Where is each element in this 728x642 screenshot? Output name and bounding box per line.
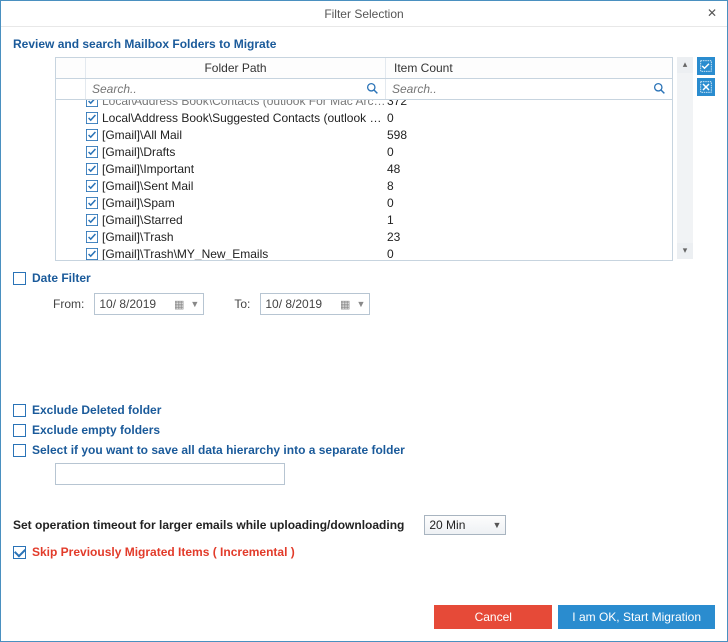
- folder-path: [Gmail]\Sent Mail: [102, 179, 387, 193]
- scroll-down-icon[interactable]: ▾: [677, 243, 693, 259]
- timeout-select[interactable]: 20 Min ▼: [424, 515, 506, 535]
- row-checkbox[interactable]: [86, 112, 98, 124]
- from-label: From:: [53, 297, 84, 311]
- skip-migrated-row: Skip Previously Migrated Items ( Increme…: [13, 545, 715, 559]
- item-count: 0: [387, 247, 394, 261]
- timeout-value: 20 Min: [429, 518, 492, 532]
- exclude-empty-checkbox[interactable]: [13, 424, 26, 437]
- from-date-value: 10/ 8/2019: [99, 297, 156, 311]
- item-count: 0: [387, 111, 394, 125]
- exclude-deleted-label: Exclude Deleted folder: [32, 403, 161, 417]
- chevron-down-icon[interactable]: ▼: [190, 299, 199, 309]
- search-folder-input[interactable]: [86, 79, 385, 99]
- grid-header: Folder Path Item Count: [56, 58, 672, 79]
- check-all-button[interactable]: [697, 57, 715, 75]
- exclude-deleted-checkbox[interactable]: [13, 404, 26, 417]
- start-migration-button[interactable]: I am OK, Start Migration: [558, 605, 715, 629]
- chevron-down-icon: ▼: [492, 520, 501, 530]
- date-filter-row: Date Filter: [13, 271, 715, 285]
- hierarchy-row: Select if you want to save all data hier…: [13, 443, 715, 457]
- exclude-empty-label: Exclude empty folders: [32, 423, 160, 437]
- dialog-body: Review and search Mailbox Folders to Mig…: [1, 27, 727, 641]
- folder-path: [Gmail]\Important: [102, 162, 387, 176]
- table-row[interactable]: [Gmail]\Sent Mail8: [56, 177, 672, 194]
- from-date-input[interactable]: 10/ 8/2019 ▦ ▼: [94, 293, 204, 315]
- exclude-empty-row: Exclude empty folders: [13, 423, 715, 437]
- scroll-track[interactable]: [677, 73, 693, 243]
- item-count: 598: [387, 128, 407, 142]
- titlebar: Filter Selection ✕: [1, 1, 727, 27]
- filter-selection-window: Filter Selection ✕ Review and search Mai…: [0, 0, 728, 642]
- cancel-button[interactable]: Cancel: [434, 605, 552, 629]
- row-checkbox[interactable]: [86, 197, 98, 209]
- table-row[interactable]: [Gmail]\Trash23: [56, 228, 672, 245]
- page-subtitle: Review and search Mailbox Folders to Mig…: [13, 37, 715, 51]
- table-row[interactable]: [Gmail]\Spam0: [56, 194, 672, 211]
- folder-path: Local\Address Book\Suggested Contacts (o…: [102, 111, 387, 125]
- table-row[interactable]: [Gmail]\All Mail598: [56, 126, 672, 143]
- table-row[interactable]: [Gmail]\Important48: [56, 160, 672, 177]
- window-title: Filter Selection: [324, 7, 403, 21]
- skip-migrated-checkbox[interactable]: [13, 546, 26, 559]
- table-row[interactable]: [Gmail]\Trash\MY_New_Emails0: [56, 245, 672, 260]
- row-checkbox[interactable]: [86, 100, 98, 107]
- hierarchy-checkbox[interactable]: [13, 444, 26, 457]
- col-folder-path[interactable]: Folder Path: [86, 58, 386, 78]
- close-icon[interactable]: ✕: [703, 5, 721, 23]
- row-checkbox[interactable]: [86, 214, 98, 226]
- folder-path: [Gmail]\Spam: [102, 196, 387, 210]
- table-row[interactable]: [Gmail]\Starred1: [56, 211, 672, 228]
- calendar-icon[interactable]: ▦: [340, 298, 350, 311]
- search-count-input[interactable]: [386, 79, 672, 99]
- row-checkbox[interactable]: [86, 129, 98, 141]
- table-row[interactable]: Local\Address Book\Contacts (outlook For…: [56, 100, 672, 109]
- item-count: 372: [387, 100, 407, 108]
- grid-search-row: [56, 79, 672, 100]
- folder-path: [Gmail]\All Mail: [102, 128, 387, 142]
- uncheck-all-button[interactable]: [697, 78, 715, 96]
- folder-path: [Gmail]\Trash: [102, 230, 387, 244]
- calendar-icon[interactable]: ▦: [174, 298, 184, 311]
- timeout-label: Set operation timeout for larger emails …: [13, 518, 404, 532]
- item-count: 48: [387, 162, 400, 176]
- scroll-up-icon[interactable]: ▴: [677, 57, 693, 73]
- item-count: 0: [387, 145, 394, 159]
- folder-grid: Folder Path Item Count: [55, 57, 673, 261]
- skip-migrated-label: Skip Previously Migrated Items ( Increme…: [32, 545, 295, 559]
- col-item-count[interactable]: Item Count: [386, 58, 672, 78]
- row-checkbox[interactable]: [86, 180, 98, 192]
- date-filter-label: Date Filter: [32, 271, 91, 285]
- search-icon[interactable]: [653, 82, 666, 98]
- search-icon[interactable]: [366, 82, 379, 98]
- grid-scrollbar[interactable]: ▴ ▾: [677, 57, 693, 259]
- table-row[interactable]: [Gmail]\Drafts0: [56, 143, 672, 160]
- folder-path: [Gmail]\Drafts: [102, 145, 387, 159]
- row-checkbox[interactable]: [86, 163, 98, 175]
- exclude-deleted-row: Exclude Deleted folder: [13, 403, 715, 417]
- grid-body[interactable]: Local\Address Book\Contacts (outlook For…: [56, 100, 672, 260]
- row-checkbox[interactable]: [86, 248, 98, 260]
- to-date-value: 10/ 8/2019: [265, 297, 322, 311]
- chevron-down-icon[interactable]: ▼: [356, 299, 365, 309]
- folder-path: Local\Address Book\Contacts (outlook For…: [102, 100, 387, 108]
- row-checkbox[interactable]: [86, 231, 98, 243]
- to-label: To:: [234, 297, 250, 311]
- folder-path: [Gmail]\Starred: [102, 213, 387, 227]
- table-row[interactable]: Local\Address Book\Suggested Contacts (o…: [56, 109, 672, 126]
- date-filter-checkbox[interactable]: [13, 272, 26, 285]
- hierarchy-folder-input[interactable]: [55, 463, 285, 485]
- item-count: 8: [387, 179, 394, 193]
- folder-path: [Gmail]\Trash\MY_New_Emails: [102, 247, 387, 261]
- row-checkbox[interactable]: [86, 146, 98, 158]
- hierarchy-label: Select if you want to save all data hier…: [32, 443, 405, 457]
- to-date-input[interactable]: 10/ 8/2019 ▦ ▼: [260, 293, 370, 315]
- item-count: 1: [387, 213, 394, 227]
- item-count: 0: [387, 196, 394, 210]
- item-count: 23: [387, 230, 400, 244]
